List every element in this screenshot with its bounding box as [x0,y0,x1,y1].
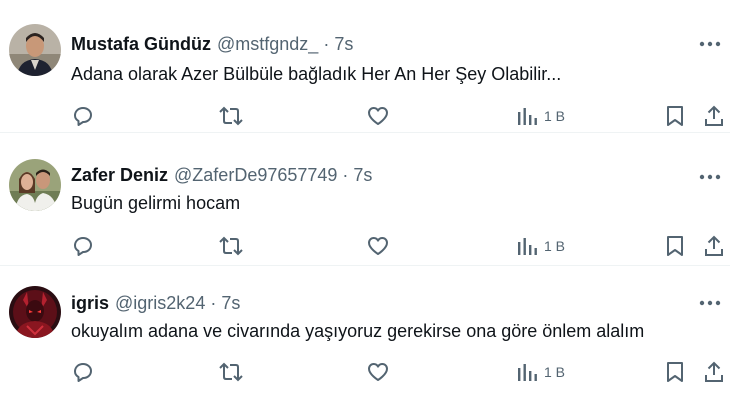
views-icon [518,364,537,381]
tweet[interactable]: Zafer Deniz @ZaferDe97657749 · 7s Bugün … [0,133,730,266]
user-handle[interactable]: @igris2k24 [115,291,205,315]
reply-icon [74,363,92,382]
like-button[interactable] [366,233,390,259]
user-handle[interactable]: @ZaferDe97657749 [174,163,337,187]
reply-icon [74,107,92,126]
reply-icon [74,237,92,256]
avatar[interactable] [9,24,61,76]
retweet-icon [219,236,243,256]
reply-feed: Mustafa Gündüz @mstfgndz_ · 7s Adana ola… [0,0,730,420]
tweet-header: Mustafa Gündüz @mstfgndz_ · 7s [71,32,353,56]
tweet[interactable]: igris @igris2k24 · 7s okuyalım adana ve … [0,266,730,399]
share-button[interactable] [703,103,725,129]
retweet-icon [219,362,243,382]
bookmark-button[interactable] [664,233,686,259]
reply-button[interactable] [71,359,95,385]
bookmark-button[interactable] [664,359,686,385]
tweet-header: Zafer Deniz @ZaferDe97657749 · 7s [71,163,372,187]
share-button[interactable] [703,359,725,385]
views-button[interactable]: 1 B [516,103,565,129]
views-count: 1 B [544,364,566,380]
action-bar: 1 B [0,103,730,131]
heart-icon [368,237,388,255]
bookmark-icon [667,106,683,126]
timestamp[interactable]: 7s [221,291,240,315]
display-name[interactable]: Zafer Deniz [71,163,168,187]
heart-icon [368,107,388,125]
avatar[interactable] [9,159,61,211]
more-icon[interactable] [698,165,722,189]
separator-dot: · [342,165,349,185]
more-icon[interactable] [698,291,722,315]
views-count: 1 B [544,238,566,254]
share-icon [705,105,723,126]
retweet-button[interactable] [218,103,244,129]
separator-dot: · [210,293,217,313]
bookmark-icon [667,236,683,256]
share-icon [705,235,723,256]
views-icon [518,108,537,125]
separator-dot: · [323,34,330,54]
like-button[interactable] [366,103,390,129]
retweet-button[interactable] [218,359,244,385]
action-bar: 1 B [0,359,730,387]
tweet-header: igris @igris2k24 · 7s [71,291,240,315]
like-button[interactable] [366,359,390,385]
reply-button[interactable] [71,103,95,129]
user-handle[interactable]: @mstfgndz_ [217,32,318,56]
display-name[interactable]: igris [71,291,109,315]
timestamp[interactable]: 7s [334,32,353,56]
action-bar: 1 B [0,233,730,261]
retweet-button[interactable] [218,233,244,259]
bookmark-icon [667,362,683,382]
tweet[interactable]: Mustafa Gündüz @mstfgndz_ · 7s Adana ola… [0,0,730,133]
heart-icon [368,363,388,381]
tweet-text: okuyalım adana ve civarında yaşıyoruz ge… [71,321,645,341]
bookmark-button[interactable] [664,103,686,129]
views-icon [518,238,537,255]
tweet-text: Adana olarak Azer Bülbüle bağladık Her A… [71,64,562,84]
reply-button[interactable] [71,233,95,259]
share-button[interactable] [703,233,725,259]
views-button[interactable]: 1 B [516,233,565,259]
tweet-text: Bugün gelirmi hocam [71,193,241,213]
avatar[interactable] [9,286,61,338]
timestamp[interactable]: 7s [353,163,372,187]
more-icon[interactable] [698,32,722,56]
display-name[interactable]: Mustafa Gündüz [71,32,211,56]
views-button[interactable]: 1 B [516,359,565,385]
share-icon [705,361,723,382]
views-count: 1 B [544,108,566,124]
retweet-icon [219,106,243,126]
